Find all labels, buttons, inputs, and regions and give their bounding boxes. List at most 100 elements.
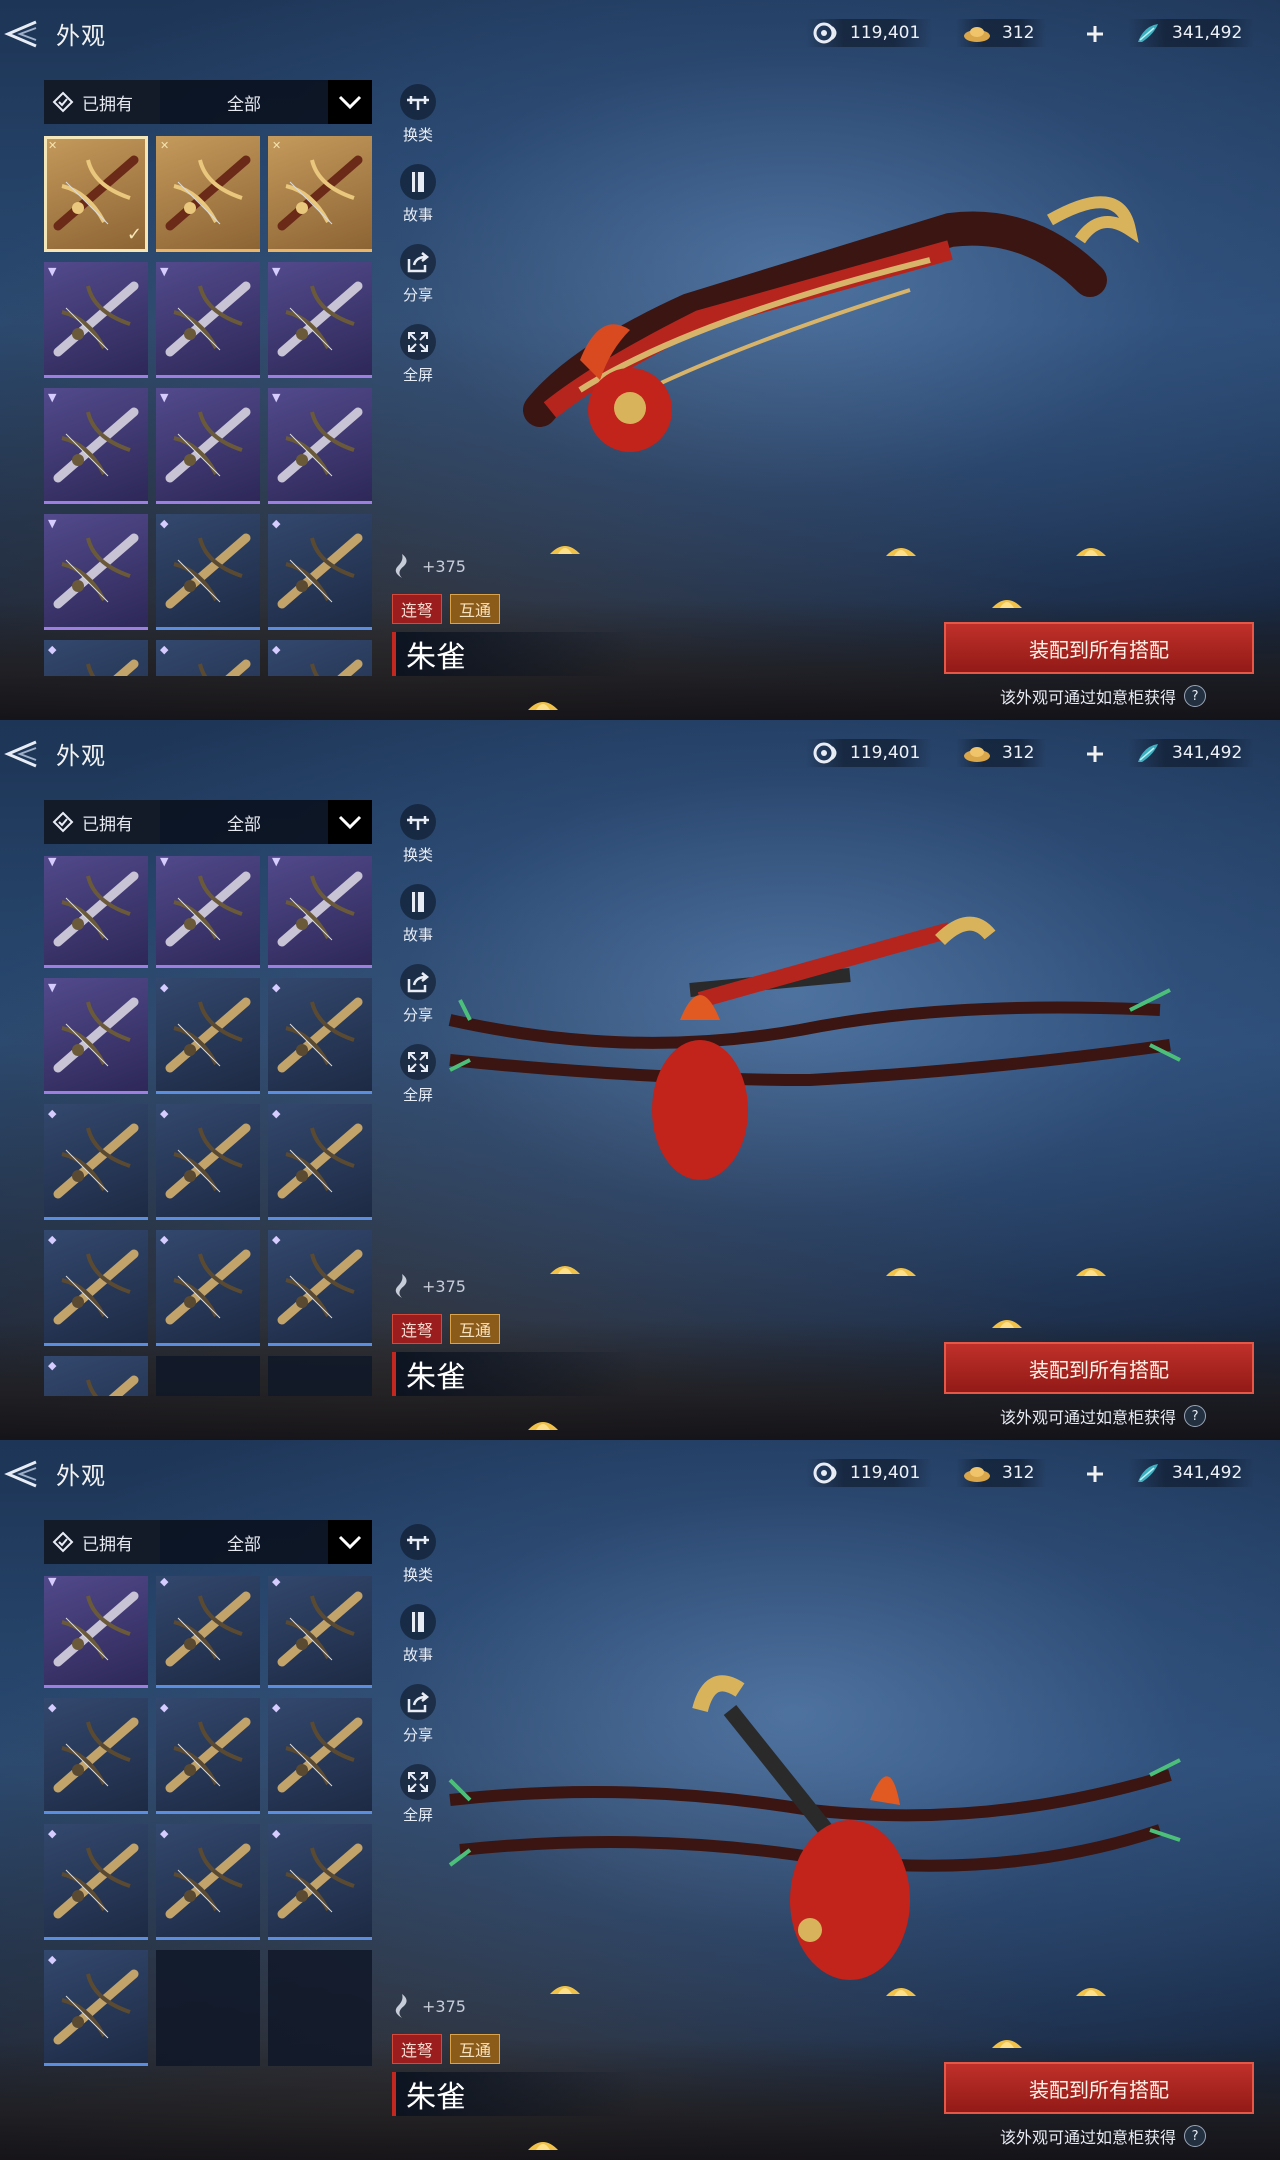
skin-grid-item[interactable]: ◆ — [156, 1824, 260, 1940]
item-tags: 连弩 互通 — [392, 2034, 501, 2064]
dropdown-toggle[interactable] — [328, 800, 372, 844]
skin-grid-item[interactable]: ◆ — [44, 1230, 148, 1346]
skin-grid-item[interactable]: ◆ — [44, 1698, 148, 1814]
lotus-lamp-icon — [550, 1986, 580, 1994]
skin-grid-item[interactable]: ◆ — [44, 1824, 148, 1940]
lotus-lamp-icon — [528, 702, 558, 710]
owned-filter-toggle[interactable]: 已拥有 — [44, 1520, 160, 1564]
skin-grid-item[interactable]: ✕ ✓ — [44, 136, 148, 252]
skin-grid-item[interactable]: ◆ — [156, 1230, 260, 1346]
category-dropdown[interactable]: 全部 — [160, 1520, 328, 1564]
skin-grid-item[interactable]: ▼ — [44, 262, 148, 378]
dropdown-toggle[interactable] — [328, 80, 372, 124]
zhuque-crossbow-model — [448, 1675, 1181, 1980]
skin-grid-item[interactable]: ◆ — [156, 1698, 260, 1814]
back-button[interactable] — [0, 14, 44, 54]
skin-grid-item[interactable]: ▼ — [156, 262, 260, 378]
weapon-model-preview[interactable] — [430, 880, 1190, 1280]
lotus-lamp-icon — [550, 1266, 580, 1274]
skin-grid-item[interactable]: ◆ — [268, 978, 372, 1094]
skin-grid-item[interactable]: ▼ — [44, 1576, 148, 1688]
skin-grid-item[interactable]: ◆ — [156, 1576, 260, 1688]
share-icon — [407, 972, 430, 993]
category-dropdown[interactable]: 全部 — [160, 800, 328, 844]
crossbow-thumbnail-icon — [198, 659, 251, 676]
skin-grid-viewport[interactable]: ✕✕✕▼▼▼▼▼▼▼◆◆◆◆◆◆◆◆◆ — [44, 1576, 372, 2116]
back-button[interactable] — [0, 734, 44, 774]
tool-switch-category[interactable]: 换类 — [390, 804, 446, 884]
skin-grid: ✕✕✕▼▼▼▼▼▼▼◆◆◆◆◆◆◆◆◆ — [44, 856, 372, 1396]
skin-grid-item[interactable]: ◆ — [268, 514, 372, 630]
skin-grid-item[interactable]: ▼ — [268, 388, 372, 504]
crossbow-thumbnail-icon — [53, 1591, 139, 1667]
skin-grid-item[interactable]: ◆ — [268, 1824, 372, 1940]
currency-gold[interactable]: 312 — [956, 1459, 1047, 1487]
skin-grid-item[interactable]: ◆ — [44, 1104, 148, 1220]
skin-grid-item[interactable]: ◆ — [268, 1698, 372, 1814]
skin-grid-item[interactable]: ▼ — [44, 978, 148, 1094]
skin-grid-item[interactable]: ◆ — [44, 640, 148, 676]
equip-all-button[interactable]: 装配到所有搭配 — [944, 2062, 1254, 2114]
add-currency-button[interactable] — [1078, 739, 1112, 769]
skin-grid-viewport[interactable]: ✕✓✕✕▼▼▼▼▼▼▼◆◆◆◆◆◆◆◆◆ — [44, 136, 372, 676]
skin-grid-item[interactable]: ✕ — [156, 136, 260, 252]
skin-grid-item[interactable]: ◆ — [268, 1104, 372, 1220]
owned-filter-toggle[interactable]: 已拥有 — [44, 80, 160, 124]
skin-grid-item[interactable]: ◆ — [268, 640, 372, 676]
tool-switch-category[interactable]: 换类 — [390, 1524, 446, 1604]
lotus-lamp-icon — [1076, 1268, 1106, 1276]
skin-grid-item[interactable]: ◆ — [156, 1104, 260, 1220]
currency-jade[interactable]: 341,492 — [1128, 1459, 1255, 1487]
skin-grid-item[interactable]: ▼ — [44, 388, 148, 504]
add-currency-button[interactable] — [1078, 1459, 1112, 1489]
weapon-model-preview[interactable] — [430, 160, 1190, 560]
tool-label: 全屏 — [402, 366, 433, 384]
currency-gold[interactable]: 312 — [956, 739, 1047, 767]
skin-grid-item[interactable]: ✕ — [268, 136, 372, 252]
top-bar: 外观 119,401 312 341,492 — [0, 720, 1280, 784]
equip-all-button[interactable]: 装配到所有搭配 — [944, 622, 1254, 674]
category-dropdown[interactable]: 全部 — [160, 80, 328, 124]
skin-grid: ✕✕✕▼▼▼▼▼▼▼◆◆◆◆◆◆◆◆◆ — [44, 1576, 372, 2066]
weapon-model-preview[interactable] — [430, 1600, 1190, 2000]
equip-all-button[interactable]: 装配到所有搭配 — [944, 1342, 1254, 1394]
help-icon[interactable]: ? — [1184, 685, 1207, 707]
tag-interop: 互通 — [450, 1314, 501, 1344]
skin-grid-item[interactable]: ▼ — [44, 856, 148, 968]
skin-grid-item[interactable]: ◆ — [44, 1950, 148, 2066]
skin-grid-viewport[interactable]: ✕✕✕▼▼▼▼▼▼▼◆◆◆◆◆◆◆◆◆ — [44, 856, 372, 1396]
equipped-check-icon: ✓ — [126, 224, 142, 245]
dropdown-toggle[interactable] — [328, 1520, 372, 1564]
chevron-down-icon — [338, 815, 362, 830]
currency-value: 119,401 — [850, 23, 921, 43]
skin-grid-item[interactable]: ◆ — [268, 1576, 372, 1688]
skin-grid-item[interactable]: ▼ — [268, 262, 372, 378]
currency-jade[interactable]: 341,492 — [1128, 739, 1255, 767]
help-icon[interactable]: ? — [1184, 1405, 1207, 1427]
skin-grid-item[interactable]: ◆ — [268, 1230, 372, 1346]
power-indicator: +375 — [390, 1272, 466, 1300]
add-currency-button[interactable] — [1078, 19, 1112, 49]
currency-spiral[interactable]: 119,401 — [806, 739, 933, 767]
skin-grid-item[interactable]: ◆ — [156, 978, 260, 1094]
currency-spiral[interactable]: 119,401 — [806, 1459, 933, 1487]
help-icon[interactable]: ? — [1184, 2125, 1207, 2147]
skin-grid-item[interactable]: ▼ — [156, 388, 260, 504]
plus-icon — [1087, 746, 1103, 762]
currency-jade[interactable]: 341,492 — [1128, 19, 1255, 47]
skin-grid-item[interactable]: ▼ — [44, 514, 148, 630]
owned-filter-toggle[interactable]: 已拥有 — [44, 800, 160, 844]
skin-grid-item[interactable]: ◆ — [156, 514, 260, 630]
tag-weapon-type: 连弩 — [392, 594, 443, 624]
tool-switch-category[interactable]: 换类 — [390, 84, 446, 164]
power-value: +375 — [422, 1996, 466, 2016]
skin-grid-item[interactable]: ◆ — [156, 640, 260, 676]
currency-spiral[interactable]: 119,401 — [806, 19, 933, 47]
skin-grid-item[interactable]: ◆ — [44, 1356, 148, 1396]
skin-grid-item[interactable]: ▼ — [268, 856, 372, 968]
currency-gold[interactable]: 312 — [956, 19, 1047, 47]
lotus-lamp-icon — [992, 600, 1022, 608]
back-button[interactable] — [0, 1454, 44, 1494]
skin-grid-item[interactable]: ▼ — [156, 856, 260, 968]
lotus-lamp-icon — [528, 2142, 558, 2150]
